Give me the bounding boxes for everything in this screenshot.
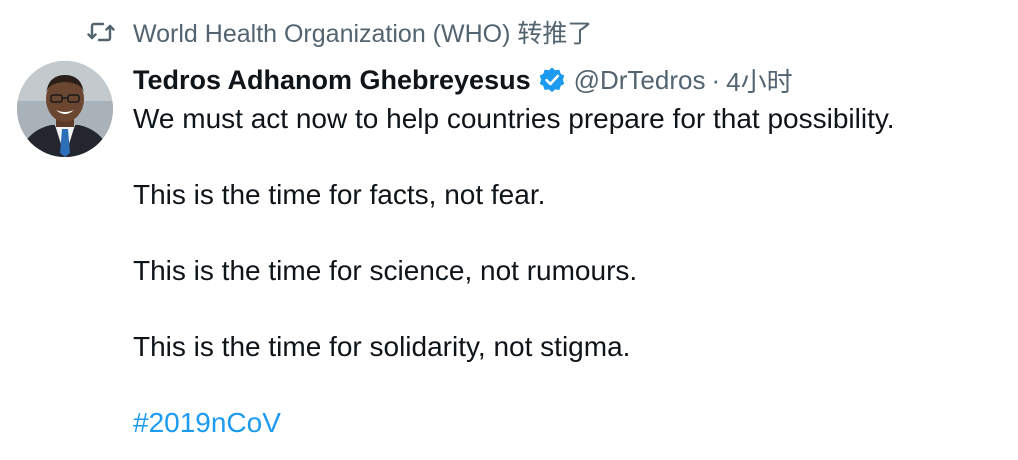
retweet-icon (86, 17, 116, 47)
tweet-text: We must act now to help countries prepar… (133, 100, 1003, 442)
retweet-context: World Health Organization (WHO) 转推了 (86, 12, 592, 52)
tweet-timestamp[interactable]: 4小时 (726, 62, 792, 99)
verified-badge-icon (538, 66, 566, 94)
hashtag-link[interactable]: #2019nCoV (133, 407, 281, 438)
author-name[interactable]: Tedros Adhanom Ghebreyesus (133, 65, 531, 96)
retweet-suffix: 转推了 (517, 20, 593, 48)
avatar[interactable] (17, 61, 113, 157)
retweet-label[interactable]: World Health Organization (WHO) 转推了 (133, 14, 592, 50)
tweet-line: This is the time for science, not rumour… (133, 255, 638, 286)
tweet-line: This is the time for solidarity, not sti… (133, 331, 631, 362)
tweet-line: This is the time for facts, not fear. (133, 179, 546, 210)
tweet-line: We must act now to help countries prepar… (133, 103, 895, 134)
separator-dot: · (711, 64, 721, 95)
author-handle[interactable]: @DrTedros (574, 65, 706, 96)
retweet-account-name[interactable]: World Health Organization (WHO) (133, 20, 510, 48)
tweet-header: Tedros Adhanom Ghebreyesus @DrTedros · 4… (133, 58, 793, 102)
